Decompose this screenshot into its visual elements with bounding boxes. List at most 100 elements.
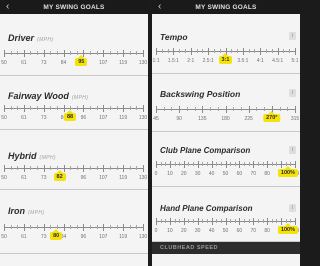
value-marker[interactable]: 82 [53,170,66,181]
major-tick [23,50,25,57]
minor-tick [96,51,98,55]
major-tick [23,165,25,172]
major-tick [156,48,157,55]
goal-slider[interactable]: 0102030405060708090100100% [155,161,299,177]
minor-tick [70,51,72,55]
major-tick [173,48,175,55]
minor-tick [136,51,138,55]
tick-label: 45 [153,116,159,122]
tick-label: 73 [40,60,47,66]
major-tick [183,161,185,168]
value-marker[interactable]: 100% [277,223,298,234]
tick-label: 80 [264,228,270,234]
minor-tick [167,49,169,53]
tick-label: 50 [222,228,229,234]
tick-label: 60 [236,228,243,234]
minor-tick [217,107,219,111]
value-marker[interactable]: 3:1 [218,53,233,64]
minor-tick [160,162,162,166]
goal-slider[interactable]: 506173849610711913082 [1,165,148,181]
goal-name: Backswing Position [160,89,241,99]
minor-tick [289,49,291,53]
info-icon[interactable]: i [289,146,296,154]
minor-tick [202,219,204,223]
tick-label: 61 [21,60,27,66]
goal-slider[interactable]: 506173849610711913095 [1,50,148,66]
minor-tick [129,106,131,110]
minor-tick [186,107,188,111]
minor-tick [264,107,266,111]
info-icon[interactable]: i [289,204,296,212]
goal-slider[interactable]: 4590135180225270315270° [153,106,299,122]
tick-label: 30 [194,228,201,234]
minor-tick [37,51,39,55]
tick-label: 107 [99,175,108,181]
minor-tick [174,162,176,166]
minor-tick [276,219,278,223]
goal-name: Tempo [160,32,188,42]
minor-tick [233,107,235,111]
goal-name: Fairway Wood [8,91,69,101]
value-marker[interactable]: 88 [63,110,77,121]
minor-tick [257,219,259,223]
minor-tick [76,106,78,110]
nav-bar: ‹ MY SWING GOALS [0,0,148,14]
minor-tick [90,225,92,229]
goal-slider[interactable]: 506173849610711913088 [1,105,147,121]
minor-tick [90,51,92,55]
tick-label: 119 [119,175,128,181]
minor-tick [230,162,232,166]
tick-label: 73 [40,115,47,121]
minor-tick [30,225,32,229]
tick-label: 225 [244,116,253,122]
goal-hand-plane-comparison: Hand Plane Comparison i 0 10 20 30 40 50 60 70 8… [152,187,300,242]
minor-tick [37,106,39,110]
back-arrow-icon[interactable]: ‹ [158,2,161,12]
tick-label: 20 [181,171,187,177]
major-tick [63,105,65,112]
major-tick [267,161,269,168]
value-marker[interactable]: 270° [263,111,281,122]
minor-tick [96,225,98,229]
value-marker[interactable]: 80 [50,229,63,240]
goal-name: Hybrid [8,151,37,161]
minor-tick [202,49,204,53]
goal-slider[interactable]: 50 61 73 84 96 107 119 130 80 [1,224,147,240]
tick-label: 130 [138,175,148,181]
goal-backswing-position: Backswing Position i 4590135180225270315… [152,74,300,132]
goal-slider[interactable]: 0102030405060708090100100% [155,218,299,234]
value-marker[interactable]: 95 [75,55,88,66]
back-arrow-icon[interactable]: ‹ [6,2,9,12]
tick-label: 50 [1,60,7,66]
minor-tick [30,106,32,110]
minor-tick [30,51,32,55]
major-tick [295,218,296,225]
goal-slider[interactable]: 1:11.5:12:12.5:13:13.5:14:14.5:15:13:1 [153,48,298,64]
tick-label: 180 [221,116,230,122]
major-tick [123,165,125,172]
value-marker[interactable]: 100% [277,166,298,177]
tick-label: 10 [167,228,173,234]
major-tick [169,161,171,168]
tick-label: 50 [1,115,7,121]
minor-tick [56,51,58,55]
minor-tick [279,107,281,111]
minor-tick [50,166,52,170]
info-icon[interactable]: i [289,89,296,97]
tick-label: 130 [138,60,148,66]
tick-label: 40 [208,171,215,177]
major-tick [63,165,65,172]
minor-tick [271,49,273,53]
tick-label: 107 [99,115,108,121]
major-tick [63,50,65,57]
minor-tick [184,49,186,53]
minor-tick [96,106,98,110]
minor-tick [262,219,264,223]
minor-tick [10,225,12,229]
major-tick [295,48,296,55]
minor-tick [271,219,273,223]
tick-label: 60 [236,171,243,177]
goal-unit: (MPH) [37,37,54,43]
major-tick [197,218,199,225]
info-icon[interactable]: i [289,32,296,40]
